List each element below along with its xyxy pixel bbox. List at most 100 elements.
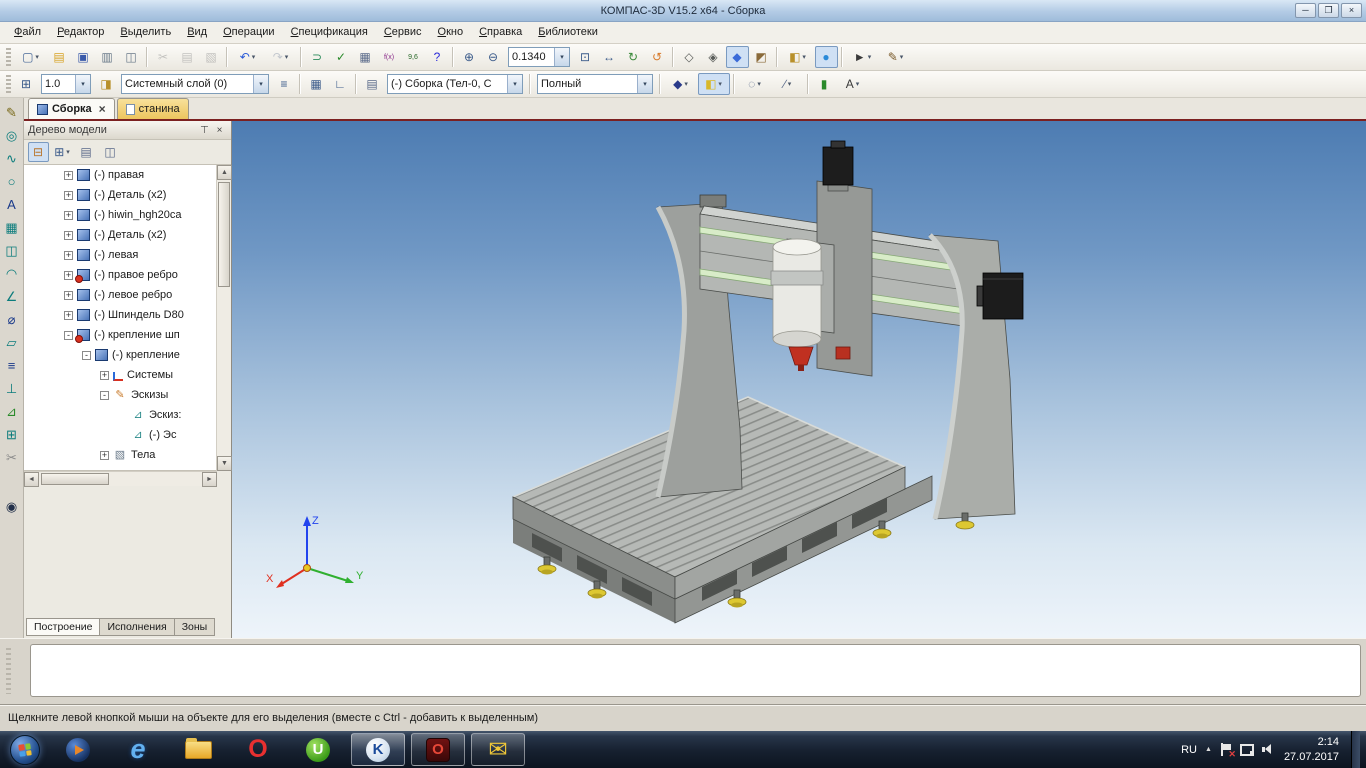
triangle-tool[interactable]: ⊿: [1, 400, 23, 422]
tree-item-hiwin-hgh20ca[interactable]: +(-) hiwin_hgh20ca: [24, 205, 216, 225]
internet-explorer-icon[interactable]: e: [111, 733, 165, 766]
select-arrow-button[interactable]: ►▾: [847, 46, 879, 68]
zoom-scale-combo[interactable]: 0.1340▾: [508, 47, 570, 67]
collapse-icon[interactable]: -: [82, 351, 91, 360]
red-app-icon[interactable]: O: [411, 733, 465, 766]
document-state-button[interactable]: ▤: [361, 73, 384, 95]
horizontal-scroll-thumb[interactable]: [41, 473, 109, 485]
explorer-folder-icon[interactable]: [171, 733, 225, 766]
utorrent-icon[interactable]: U: [291, 733, 345, 766]
new-document-button[interactable]: ▢▾: [15, 46, 47, 68]
grid-tool[interactable]: ▦: [1, 216, 23, 238]
calculator-button[interactable]: ▦: [354, 46, 377, 68]
layers-tool[interactable]: ≡: [1, 354, 23, 376]
trim-tool[interactable]: ✂: [1, 446, 23, 468]
shaded-mode-button[interactable]: ◆: [726, 46, 749, 68]
collapse-icon[interactable]: -: [100, 391, 109, 400]
dimensions-3d-button[interactable]: ∕▾: [772, 73, 804, 95]
link-manager-button[interactable]: ⊃: [306, 46, 329, 68]
tree-tab-зоны[interactable]: Зоны: [174, 618, 216, 636]
menu-сервис[interactable]: Сервис: [376, 22, 430, 43]
start-button[interactable]: [10, 735, 40, 765]
undo-button[interactable]: ↶▾: [232, 46, 264, 68]
tree-structure-button[interactable]: ⊟: [28, 142, 49, 162]
snap-tool[interactable]: ◎: [1, 124, 23, 146]
tray-expand-icon[interactable]: ▲: [1205, 746, 1212, 753]
chevron-down-icon[interactable]: ▾: [788, 80, 792, 88]
chevron-down-icon[interactable]: ▾: [802, 53, 806, 61]
wireframe-mode-button[interactable]: ◇: [678, 46, 701, 68]
toolbar-grip[interactable]: [6, 75, 11, 93]
chevron-down-icon[interactable]: ▾: [637, 75, 652, 93]
zoom-area-button[interactable]: ⊡: [574, 46, 597, 68]
menu-спецификация[interactable]: Спецификация: [283, 22, 376, 43]
what-is-this-button[interactable]: ?: [426, 46, 449, 68]
globe-tool[interactable]: ◉: [1, 495, 23, 517]
tree-item-эскизы[interactable]: -✎Эскизы: [24, 385, 216, 405]
tree-tab-построение[interactable]: Построение: [26, 618, 100, 636]
expand-icon[interactable]: +: [64, 271, 73, 280]
scroll-right-icon[interactable]: ►: [202, 472, 217, 487]
expand-icon[interactable]: +: [64, 291, 73, 300]
detail-level-combo[interactable]: Полный▾: [537, 74, 653, 94]
print-button[interactable]: ▥: [96, 46, 119, 68]
tree-horizontal-scrollbar[interactable]: ◄ ►: [24, 471, 217, 486]
expand-icon[interactable]: +: [64, 251, 73, 260]
z-axis-motor[interactable]: [823, 147, 853, 185]
spell-check-button[interactable]: ✓: [330, 46, 353, 68]
units-button[interactable]: 9,6: [402, 46, 425, 68]
tree-item-правая[interactable]: +(-) правая: [24, 165, 216, 185]
open-button[interactable]: ▤: [48, 46, 71, 68]
chevron-down-icon[interactable]: ▾: [900, 53, 904, 61]
maximize-button[interactable]: ❐: [1318, 3, 1339, 18]
spindle-body[interactable]: [773, 247, 821, 339]
tree-item-эскиз[interactable]: ⊿Эскиз:: [24, 405, 216, 425]
fx-button[interactable]: f(x): [378, 46, 401, 68]
clock[interactable]: 2:14 27.07.2017: [1284, 735, 1343, 764]
chevron-down-icon[interactable]: ▾: [253, 75, 268, 93]
media-player-icon[interactable]: [51, 733, 105, 766]
layer-combo[interactable]: Системный слой (0)▾: [121, 74, 269, 94]
spindle-collet[interactable]: [789, 347, 813, 365]
x-axis-motor[interactable]: [983, 273, 1023, 319]
layer-colors-button[interactable]: ◨: [95, 73, 118, 95]
tree-vertical-scrollbar[interactable]: ▲ ▼: [216, 165, 231, 471]
chevron-down-icon[interactable]: ▾: [66, 148, 70, 156]
menu-окно[interactable]: Окно: [430, 22, 472, 43]
chevron-down-icon[interactable]: ▾: [252, 53, 256, 61]
menu-редактор[interactable]: Редактор: [49, 22, 112, 43]
circle-tool[interactable]: ○: [1, 170, 23, 192]
opera-icon[interactable]: O: [231, 733, 285, 766]
pin-icon[interactable]: ⊤: [197, 123, 212, 137]
zoom-out-button[interactable]: ⊖: [482, 46, 505, 68]
menu-библиотеки[interactable]: Библиотеки: [530, 22, 606, 43]
perspective-button[interactable]: ◩: [750, 46, 773, 68]
text-size-button[interactable]: A▾: [837, 73, 869, 95]
tree-relations-button[interactable]: ◫: [100, 142, 121, 162]
add-tool[interactable]: ⊞: [1, 423, 23, 445]
sketch-pencil-button[interactable]: ✎▾: [880, 46, 912, 68]
close-button[interactable]: ×: [1341, 3, 1362, 18]
tree-item-левая[interactable]: +(-) левая: [24, 245, 216, 265]
model-state-combo[interactable]: (-) Сборка (Тел-0, С▾: [387, 74, 523, 94]
tree-item-деталь-x2[interactable]: +(-) Деталь (x2): [24, 185, 216, 205]
tree-item-эс[interactable]: ⊿(-) Эс: [24, 425, 216, 445]
expand-icon[interactable]: +: [64, 191, 73, 200]
tree-item-системы[interactable]: +Системы: [24, 365, 216, 385]
expand-icon[interactable]: +: [64, 171, 73, 180]
close-icon[interactable]: ×: [99, 103, 106, 115]
layers-dialog-button[interactable]: ≡: [273, 73, 296, 95]
scroll-left-icon[interactable]: ◄: [24, 472, 39, 487]
toolbar-grip[interactable]: [6, 48, 11, 66]
collapse-icon[interactable]: -: [64, 331, 73, 340]
menu-выделить[interactable]: Выделить: [112, 22, 179, 43]
tree-tab-исполнения[interactable]: Исполнения: [99, 618, 174, 636]
scroll-down-icon[interactable]: ▼: [217, 456, 232, 471]
text-tool[interactable]: A: [1, 193, 23, 215]
tree-item-правое-ребро[interactable]: +(-) правое ребро: [24, 265, 216, 285]
vertical-scroll-thumb[interactable]: [218, 182, 230, 287]
pan-button[interactable]: ↔: [598, 46, 621, 68]
chevron-down-icon[interactable]: ▾: [684, 80, 688, 88]
hidden-lines-mode-button[interactable]: ◈: [702, 46, 725, 68]
minimize-button[interactable]: ─: [1295, 3, 1316, 18]
